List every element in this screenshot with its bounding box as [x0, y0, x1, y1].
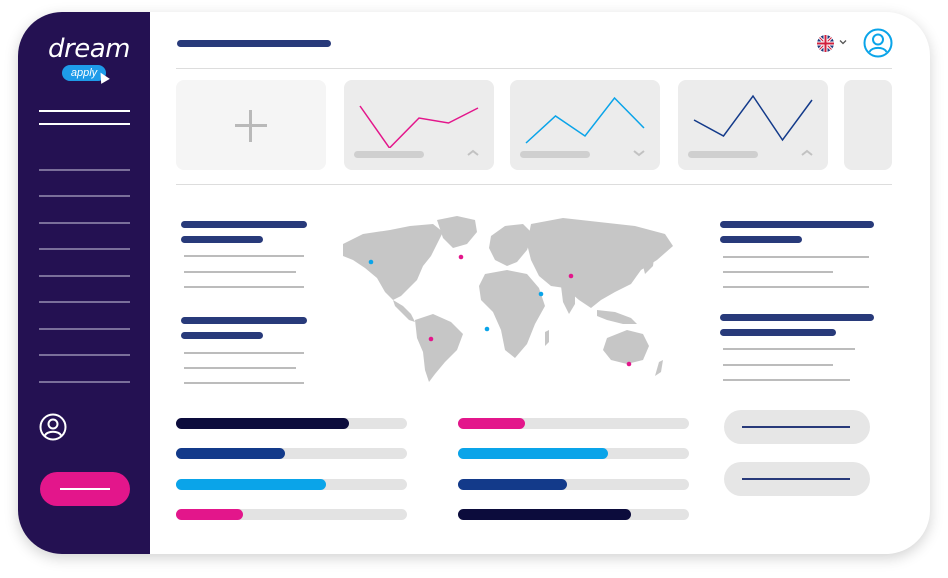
stat-text-placeholder	[723, 379, 850, 381]
button-label-placeholder	[60, 488, 110, 490]
cards-divider	[176, 184, 892, 185]
plus-icon-vertical	[249, 110, 252, 142]
stat-text-placeholder	[723, 364, 833, 366]
progress-bar	[176, 418, 407, 429]
map-marker-siberia[interactable]	[568, 273, 574, 279]
chevron-up-icon[interactable]	[800, 148, 814, 158]
sparkline	[525, 96, 645, 144]
map-marker-greenland[interactable]	[458, 254, 464, 260]
chart-card[interactable]	[510, 80, 660, 170]
logo-word: dream	[48, 34, 130, 64]
user-circle-icon[interactable]	[39, 413, 67, 441]
stat-heading-placeholder	[181, 317, 307, 324]
continents	[343, 216, 673, 382]
stat-text-placeholder	[723, 271, 833, 273]
chevron-up-icon[interactable]	[466, 148, 480, 158]
progress-bar	[176, 509, 407, 520]
stat-heading-placeholder	[181, 221, 307, 228]
progress-fill	[176, 509, 243, 520]
button-label-placeholder	[742, 426, 850, 428]
sidebar-item[interactable]	[39, 248, 130, 250]
progress-fill	[176, 418, 350, 429]
account-icon[interactable]	[863, 28, 893, 58]
sidebar-item-active-top[interactable]	[39, 110, 130, 112]
sparkline-chart	[693, 94, 813, 142]
stat-text-placeholder	[184, 382, 304, 384]
chart-card[interactable]	[678, 80, 828, 170]
stat-text-placeholder	[723, 348, 855, 350]
stat-heading-placeholder	[720, 221, 874, 228]
stat-text-placeholder	[723, 256, 869, 258]
sidebar-item[interactable]	[39, 301, 130, 303]
sparkline	[693, 94, 813, 142]
add-widget-card[interactable]	[176, 80, 326, 170]
sparkline-chart	[359, 105, 479, 148]
map-marker-south-america[interactable]	[428, 336, 434, 342]
sidebar: dream apply	[18, 12, 150, 554]
sidebar-item[interactable]	[39, 222, 130, 224]
uk-flag-icon[interactable]	[817, 35, 834, 52]
sidebar-item[interactable]	[39, 328, 130, 330]
progress-bar	[458, 509, 689, 520]
progress-fill	[458, 509, 632, 520]
sidebar-item[interactable]	[39, 169, 130, 171]
action-pill-button[interactable]	[724, 462, 870, 496]
dreamapply-logo[interactable]: dream apply	[46, 34, 130, 84]
stat-text-placeholder	[184, 367, 296, 369]
progress-fill	[458, 479, 567, 490]
world-map[interactable]	[335, 214, 680, 384]
card-label-placeholder	[688, 151, 758, 158]
chart-card-partial[interactable]	[844, 80, 892, 170]
map-marker-central-asia[interactable]	[538, 291, 544, 297]
map-marker-west-africa[interactable]	[484, 326, 490, 332]
stat-heading-placeholder	[720, 329, 836, 336]
button-label-placeholder	[742, 478, 850, 480]
stat-text-placeholder	[184, 255, 304, 257]
sidebar-item[interactable]	[39, 354, 130, 356]
stat-heading-placeholder	[181, 332, 263, 339]
sidebar-item[interactable]	[39, 195, 130, 197]
dashboard-window: dream apply	[18, 12, 930, 554]
progress-fill	[458, 448, 609, 459]
sidebar-item-active-bottom[interactable]	[39, 123, 130, 125]
progress-fill	[458, 418, 525, 429]
action-pill-button[interactable]	[724, 410, 870, 444]
stat-text-placeholder	[184, 286, 304, 288]
progress-bar	[176, 479, 407, 490]
stat-heading-placeholder	[720, 236, 802, 243]
chevron-down-icon[interactable]	[839, 38, 847, 46]
sparkline-chart	[525, 96, 645, 144]
page-title-placeholder	[177, 40, 331, 47]
stat-heading-placeholder	[181, 236, 263, 243]
stat-text-placeholder	[184, 271, 296, 273]
header-divider	[176, 68, 892, 69]
stat-heading-placeholder	[720, 314, 874, 321]
progress-fill	[176, 479, 327, 490]
progress-bar	[458, 448, 689, 459]
card-label-placeholder	[520, 151, 590, 158]
primary-action-button[interactable]	[40, 472, 130, 506]
sidebar-item[interactable]	[39, 275, 130, 277]
main-content	[150, 12, 930, 554]
stat-text-placeholder	[184, 352, 304, 354]
progress-fill	[176, 448, 285, 459]
progress-bar	[458, 479, 689, 490]
chevron-down-icon[interactable]	[632, 148, 646, 158]
map-marker-north-america[interactable]	[368, 259, 374, 265]
sparkline	[359, 105, 479, 148]
stat-text-placeholder	[723, 286, 869, 288]
progress-bar	[176, 448, 407, 459]
chart-card[interactable]	[344, 80, 494, 170]
sidebar-item[interactable]	[39, 381, 130, 383]
map-marker-australia[interactable]	[626, 361, 632, 367]
card-label-placeholder	[354, 151, 424, 158]
progress-bar	[458, 418, 689, 429]
